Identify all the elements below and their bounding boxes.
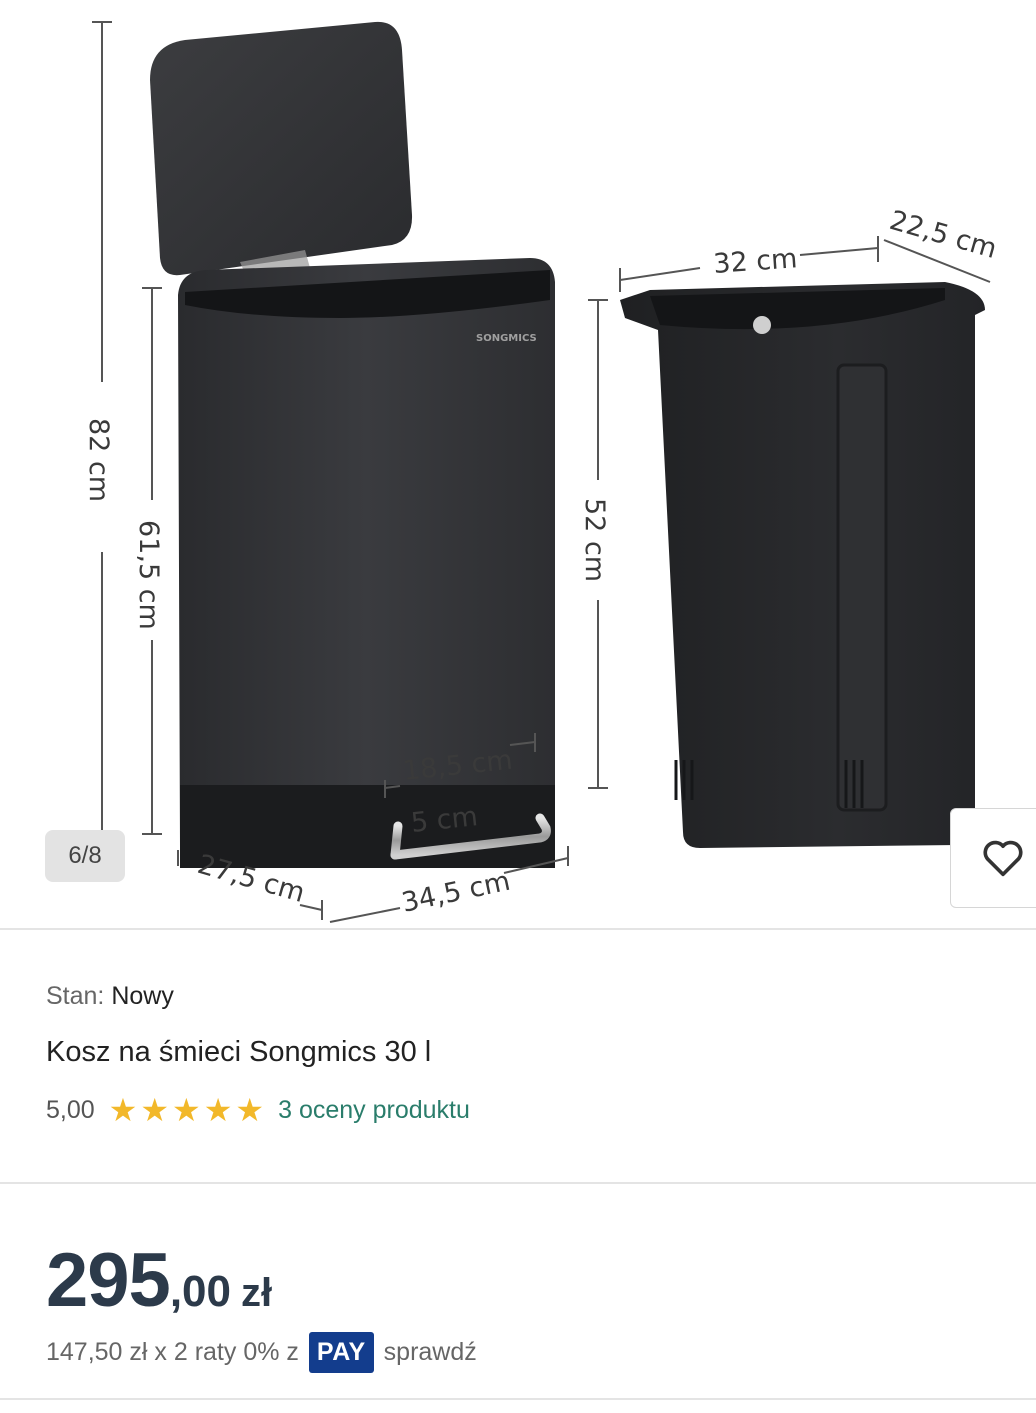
dim-width: 34,5 cm [399,866,513,919]
dim-inner-depth: 22,5 cm [886,205,1000,265]
pay-logo: PAY [308,1332,374,1373]
installments-text: 147,50 zł x 2 raty 0% z [46,1338,299,1366]
price-block: 295 ,00 zł 147,50 zł x 2 raty 0% z PAY s… [46,1240,477,1373]
rating-stars: ★ ★ ★ ★ ★ [109,1094,264,1126]
product-title: Kosz na śmieci Songmics 30 l [46,1036,432,1068]
gallery-counter: 6/8 [45,830,125,882]
dim-total-height: 82 cm [83,418,114,502]
divider [0,928,1036,930]
bin-lid [150,21,413,276]
star-icon: ★ [140,1092,170,1128]
check-installments-link[interactable]: sprawdź [384,1338,477,1367]
reviews-link[interactable]: 3 oceny produktu [278,1096,470,1125]
product-gallery[interactable]: SONGMICS 82 cm 61,5 cm 52 cm 32 cm 22,5 … [0,0,1036,928]
divider [0,1398,1036,1400]
price-decimal: ,00 [169,1267,231,1316]
dim-body-height: 61,5 cm [133,520,164,630]
dim-inner-width: 32 cm [712,243,798,280]
star-icon: ★ [172,1092,201,1128]
favorite-button[interactable] [950,808,1036,908]
condition-label: Stan: [46,982,105,1010]
condition-value: Nowy [111,982,174,1010]
product-image: SONGMICS 82 cm 61,5 cm 52 cm 32 cm 22,5 … [83,21,1000,923]
star-icon: ★ [203,1092,233,1128]
price-integer: 295 [46,1238,171,1323]
star-icon: ★ [108,1092,138,1128]
condition: Stan: Nowy [46,978,1006,1014]
star-icon: ★ [235,1092,265,1128]
price: 295 ,00 zł [46,1240,477,1322]
installments: 147,50 zł x 2 raty 0% z PAY sprawdź [46,1332,477,1373]
brand-logo: SONGMICS [476,333,537,344]
price-currency: zł [240,1271,273,1315]
rating-score: 5,00 [46,1095,95,1124]
heart-icon [983,840,1023,877]
product-rating: 5,00 ★ ★ ★ ★ ★ 3 oceny produktu [46,1094,1006,1126]
dim-inner-height: 52 cm [579,498,610,582]
product-info: Stan: Nowy Kosz na śmieci Songmics 30 l … [46,978,1006,1126]
divider [0,1182,1036,1184]
